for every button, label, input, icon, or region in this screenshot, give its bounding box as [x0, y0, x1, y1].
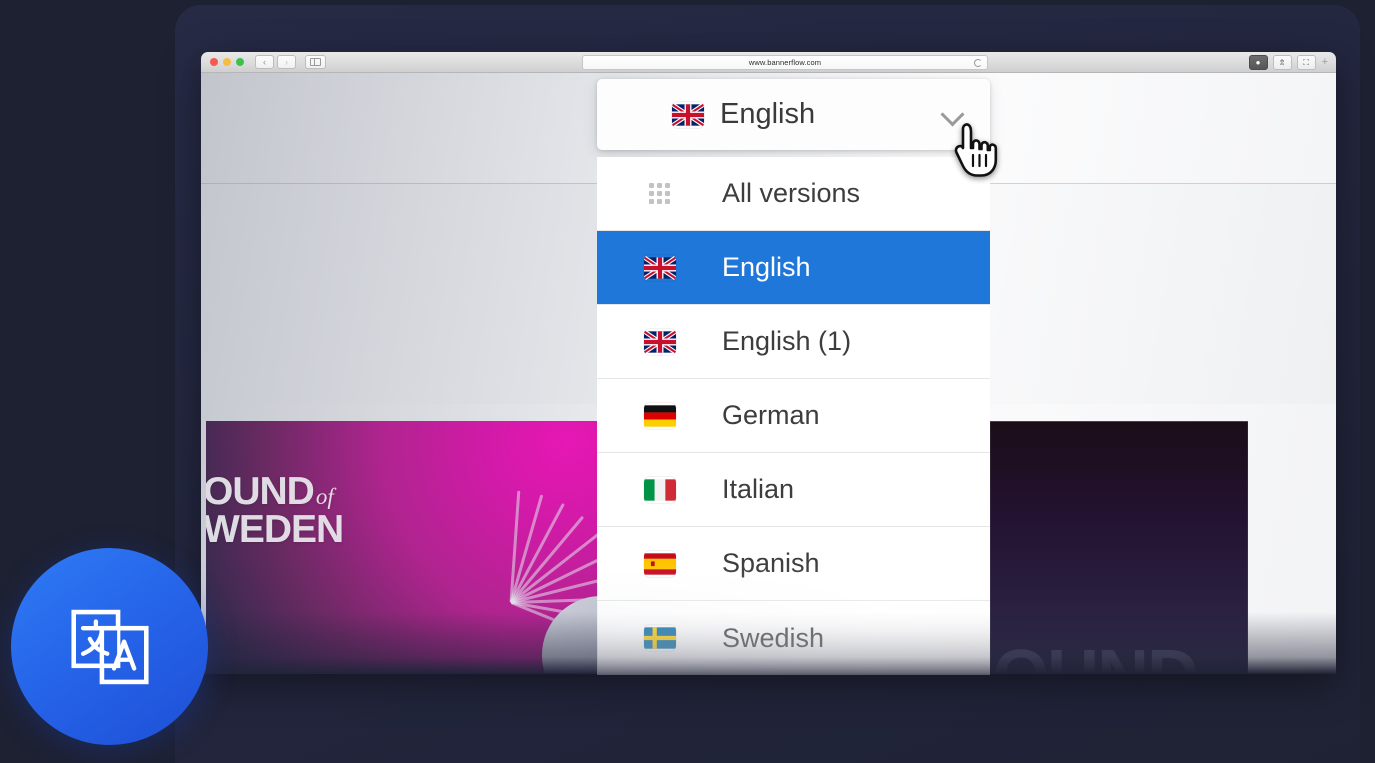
- translate-icon: [70, 609, 149, 684]
- language-dropdown-header[interactable]: English: [597, 79, 990, 150]
- sidebar-icon[interactable]: [305, 55, 326, 69]
- flag-se-icon: [643, 625, 676, 651]
- address-bar[interactable]: www.bannerflow.com: [582, 55, 988, 70]
- screenshot-root: SOUNDof SWEDEN: [0, 0, 1375, 763]
- banner-dark[interactable]: SOUND: [990, 421, 1248, 674]
- flag-de-icon: [643, 403, 676, 429]
- flag-gb-icon: [643, 255, 676, 281]
- language-option-english-1[interactable]: English (1): [597, 305, 990, 379]
- banner-line1: SOUND: [206, 470, 315, 513]
- flag-gb-icon: [643, 329, 676, 355]
- toolbar-right-buttons[interactable]: ● ⇯ ⛶ +: [1248, 55, 1328, 70]
- language-option-label: Italian: [722, 474, 795, 504]
- mouse-cursor-pointer-icon: [950, 122, 1006, 180]
- language-dropdown-list[interactable]: All versions English English (1) German …: [597, 157, 990, 675]
- banner-italic-of: of: [315, 484, 334, 509]
- navigation-buttons[interactable]: ‹ ›: [255, 55, 296, 69]
- share-button[interactable]: ⇯: [1272, 55, 1292, 70]
- tabs-button[interactable]: ⛶: [1296, 55, 1316, 70]
- language-option-english[interactable]: English: [597, 231, 990, 305]
- url-text: www.bannerflow.com: [748, 58, 822, 67]
- new-tab-button[interactable]: +: [1322, 57, 1328, 68]
- back-button[interactable]: ‹: [255, 55, 274, 69]
- flag-es-icon: [643, 551, 676, 577]
- grid-icon: [649, 183, 670, 204]
- language-option-all-versions[interactable]: All versions: [597, 157, 990, 231]
- banner-sound-of-sweden[interactable]: SOUNDof SWEDEN: [206, 421, 598, 674]
- flag-it-icon: [643, 477, 676, 503]
- language-option-german[interactable]: German: [597, 379, 990, 453]
- language-option-label: All versions: [722, 178, 861, 208]
- zoom-window-button[interactable]: [236, 58, 244, 66]
- extension-button[interactable]: ●: [1248, 55, 1268, 70]
- window-controls[interactable]: [210, 58, 244, 66]
- language-option-italian[interactable]: Italian: [597, 453, 990, 527]
- browser-toolbar: ‹ › www.bannerflow.com ● ⇯ ⛶ +: [201, 52, 1336, 73]
- minimize-window-button[interactable]: [223, 58, 231, 66]
- language-option-label: English (1): [722, 326, 852, 356]
- language-option-spanish[interactable]: Spanish: [597, 527, 990, 601]
- close-window-button[interactable]: [210, 58, 218, 66]
- language-option-swedish[interactable]: Swedish: [597, 601, 990, 675]
- language-option-label: English: [722, 252, 811, 282]
- language-dropdown-header-label: English: [720, 98, 816, 130]
- translate-badge: [11, 548, 208, 745]
- banner-headline: SOUNDof SWEDEN: [206, 470, 344, 552]
- forward-button[interactable]: ›: [277, 55, 296, 69]
- language-option-label: Spanish: [722, 548, 820, 578]
- language-dropdown[interactable]: English All versions English English (1)…: [597, 79, 990, 675]
- banner-line2: SWEDEN: [206, 508, 344, 552]
- reload-icon[interactable]: [974, 59, 982, 67]
- flag-gb-icon: [672, 102, 704, 128]
- banner-dark-text: SOUND: [991, 635, 1199, 674]
- language-option-label: German: [722, 400, 820, 430]
- language-option-label: Swedish: [722, 622, 825, 653]
